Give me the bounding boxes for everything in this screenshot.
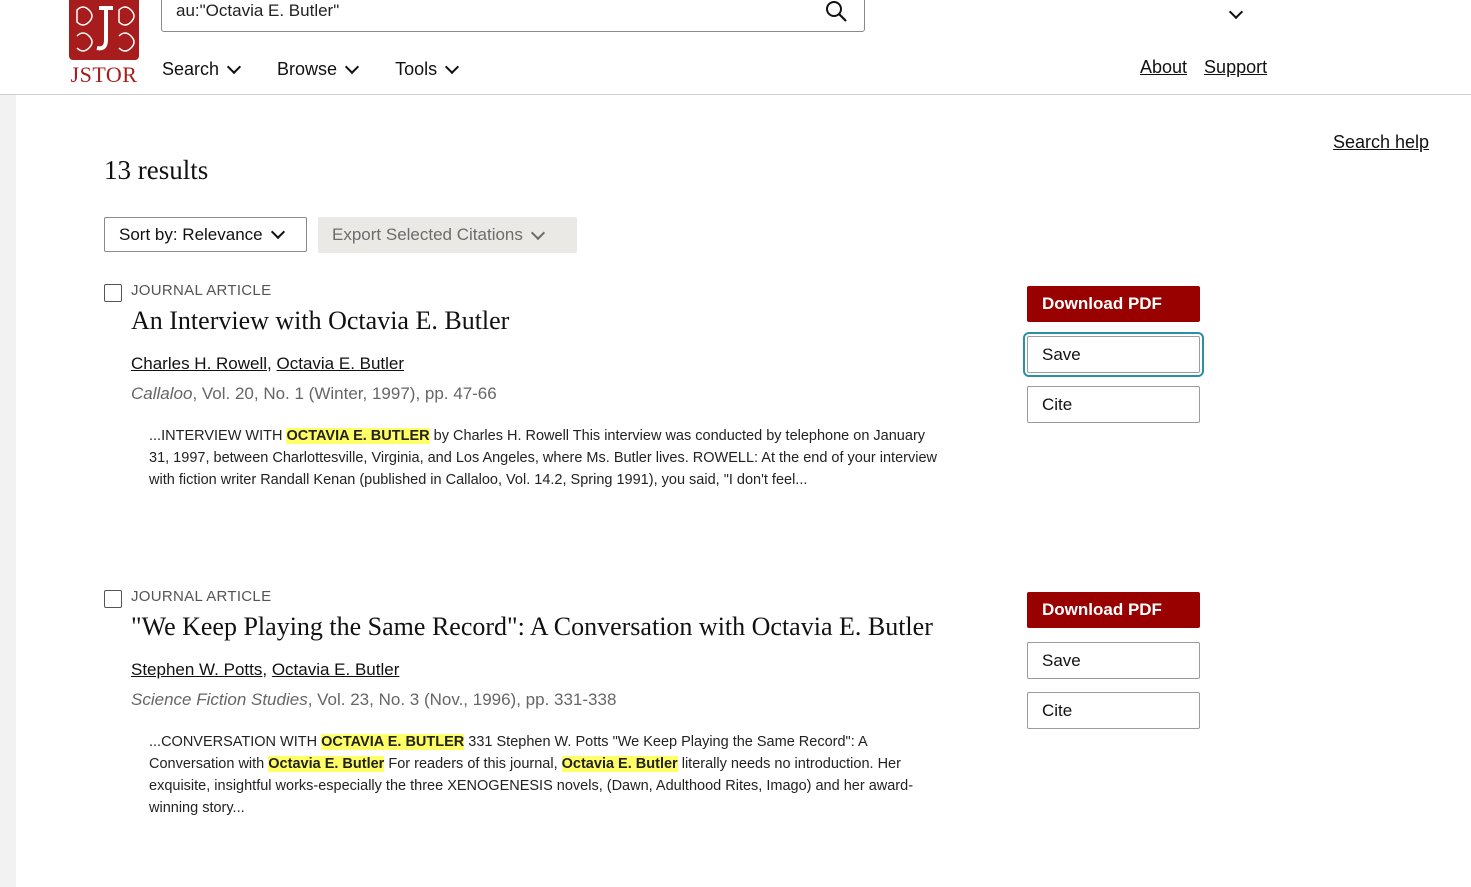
result-authors: Charles H. Rowell, Octavia E. Butler	[131, 354, 405, 373]
result-title[interactable]: An Interview with Octavia E. Butler	[131, 306, 509, 336]
author-link[interactable]: Charles H. Rowell	[131, 354, 267, 373]
chevron-down-icon	[270, 224, 285, 240]
snippet-highlight: Octavia E. Butler	[561, 756, 678, 772]
search-input[interactable]: au:"Octavia E. Butler"	[161, 0, 865, 32]
result-type: JOURNAL ARTICLE	[131, 588, 272, 605]
result-source: Science Fiction Studies, Vol. 23, No. 3 …	[131, 690, 616, 710]
search-query: au:"Octavia E. Butler"	[176, 1, 340, 20]
result-authors: Stephen W. Potts, Octavia E. Butler	[131, 660, 400, 679]
author-link[interactable]: Octavia E. Butler	[277, 354, 405, 373]
support-link[interactable]: Support	[1204, 57, 1267, 78]
chevron-down-icon	[445, 59, 460, 74]
author-link[interactable]: Stephen W. Potts	[131, 660, 262, 679]
nav-search[interactable]: Search	[162, 58, 242, 80]
snippet-highlight: Octavia E. Butler	[268, 756, 385, 772]
jstor-logo[interactable]: JSTOR	[66, 0, 142, 90]
nav-tools-label: Tools	[395, 58, 438, 79]
issue-details: , Vol. 20, No. 1 (Winter, 1997), pp. 47-…	[192, 384, 497, 403]
export-label: Export Selected Citations	[332, 225, 523, 244]
result-checkbox[interactable]	[104, 284, 122, 302]
snippet-text: ...INTERVIEW WITH	[149, 428, 287, 444]
result-type: JOURNAL ARTICLE	[131, 282, 272, 299]
nav-tools[interactable]: Tools	[395, 58, 460, 80]
result-checkbox[interactable]	[104, 590, 122, 608]
cite-button[interactable]: Cite	[1027, 692, 1200, 729]
search-help-link[interactable]: Search help	[1333, 132, 1429, 153]
issue-details: , Vol. 23, No. 3 (Nov., 1996), pp. 331-3…	[307, 690, 617, 709]
result-snippet: ...INTERVIEW WITH OCTAVIA E. BUTLER by C…	[149, 425, 939, 491]
nav-browse[interactable]: Browse	[277, 58, 360, 80]
jstor-logo-icon	[69, 0, 139, 60]
nav-browse-label: Browse	[277, 58, 338, 79]
download-pdf-button[interactable]: Download PDF	[1027, 592, 1200, 628]
result-source: Callaloo, Vol. 20, No. 1 (Winter, 1997),…	[131, 384, 497, 404]
save-button[interactable]: Save	[1023, 332, 1204, 377]
cite-button[interactable]: Cite	[1027, 386, 1200, 423]
download-pdf-button[interactable]: Download PDF	[1027, 286, 1200, 322]
sort-dropdown[interactable]: Sort by: Relevance	[104, 217, 307, 252]
chevron-down-icon	[226, 59, 242, 74]
export-citations-button[interactable]: Export Selected Citations	[318, 217, 577, 253]
author-link[interactable]: Octavia E. Butler	[272, 660, 400, 679]
header-links: About Support	[1140, 57, 1267, 78]
result-title[interactable]: "We Keep Playing the Same Record": A Con…	[131, 612, 933, 642]
save-button[interactable]: Save	[1027, 642, 1200, 679]
account-chevron-down-icon[interactable]	[1228, 4, 1244, 20]
snippet-text: For readers of this journal,	[384, 756, 562, 772]
journal-name: Callaloo	[131, 384, 193, 403]
search-icon[interactable]	[824, 0, 848, 23]
journal-name: Science Fiction Studies	[131, 690, 308, 709]
snippet-text: ...CONVERSATION WITH	[149, 734, 322, 750]
left-gutter	[0, 95, 16, 887]
main-nav: Search Browse Tools	[162, 58, 495, 80]
results-count: 13 results	[104, 155, 209, 185]
snippet-highlight: OCTAVIA E. BUTLER	[286, 428, 430, 444]
logo-text: JSTOR	[70, 62, 138, 87]
site-header: JSTOR au:"Octavia E. Butler" Search Brow…	[0, 0, 1471, 95]
chevron-down-icon	[345, 59, 360, 74]
snippet-highlight: OCTAVIA E. BUTLER	[321, 734, 465, 750]
result-snippet: ...CONVERSATION WITH OCTAVIA E. BUTLER 3…	[149, 731, 939, 819]
about-link[interactable]: About	[1140, 57, 1187, 78]
nav-search-label: Search	[162, 58, 220, 79]
chevron-down-icon	[530, 225, 545, 240]
sort-label: Sort by: Relevance	[119, 224, 263, 244]
